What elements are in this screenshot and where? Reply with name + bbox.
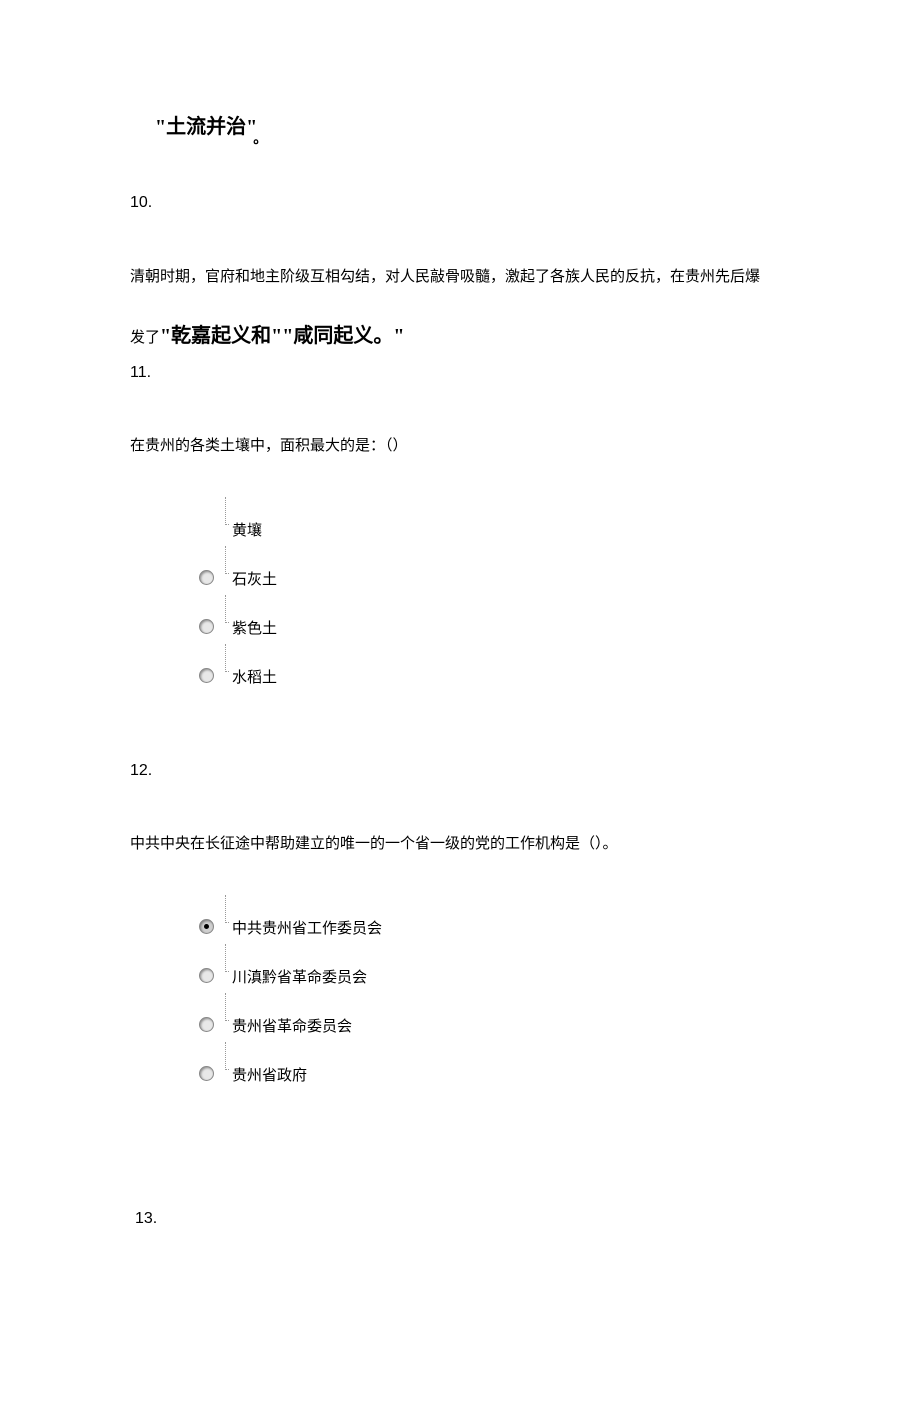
- radio-icon[interactable]: [200, 1067, 213, 1080]
- radio-icon[interactable]: [200, 920, 213, 933]
- question-11-text: 在贵州的各类土壤中，面积最大的是：（）: [130, 434, 860, 458]
- radio-icon[interactable]: [200, 669, 213, 682]
- question-13-number: 13.: [135, 1210, 860, 1228]
- question-11-number: 11.: [130, 364, 860, 382]
- option-label: 川滇黔省革命委员会: [228, 950, 367, 987]
- option-label: 中共贵州省工作委员会: [228, 901, 382, 938]
- question-12-options: 中共贵州省工作委员会 川滇黔省革命委员会 贵州省革命委员会 贵州省政府: [200, 901, 860, 1085]
- option-label: 石灰土: [228, 552, 277, 589]
- radio-icon[interactable]: [200, 571, 213, 584]
- question-12-number: 12.: [130, 762, 860, 780]
- option-label: 黄壤: [228, 503, 262, 540]
- option-label: 贵州省革命委员会: [228, 999, 352, 1036]
- option-label: 紫色土: [228, 601, 277, 638]
- question-12-text: 中共中央在长征途中帮助建立的唯一的一个省一级的党的工作机构是（）。: [130, 832, 860, 856]
- option-row[interactable]: 贵州省革命委员会: [200, 999, 860, 1036]
- option-row[interactable]: 紫色土: [200, 601, 860, 638]
- option-row[interactable]: 水稻土: [200, 650, 860, 687]
- option-row[interactable]: 黄壤: [200, 503, 860, 540]
- question-10-text: 清朝时期，官府和地主阶级互相勾结，对人民敲骨吸髓，激起了各族人民的反抗，在贵州先…: [130, 264, 860, 352]
- question-10-number: 10.: [130, 194, 860, 212]
- radio-icon[interactable]: [200, 969, 213, 982]
- option-row[interactable]: 石灰土: [200, 552, 860, 589]
- option-label: 水稻土: [228, 650, 277, 687]
- option-row[interactable]: 贵州省政府: [200, 1048, 860, 1085]
- radio-icon[interactable]: [200, 620, 213, 633]
- option-label: 贵州省政府: [228, 1048, 307, 1085]
- option-row[interactable]: 中共贵州省工作委员会: [200, 901, 860, 938]
- question-11-options: 黄壤 石灰土 紫色土 水稻土: [200, 503, 860, 687]
- answer-9-text: "土流并治"。: [155, 110, 860, 139]
- radio-icon[interactable]: [200, 1018, 213, 1031]
- option-row[interactable]: 川滇黔省革命委员会: [200, 950, 860, 987]
